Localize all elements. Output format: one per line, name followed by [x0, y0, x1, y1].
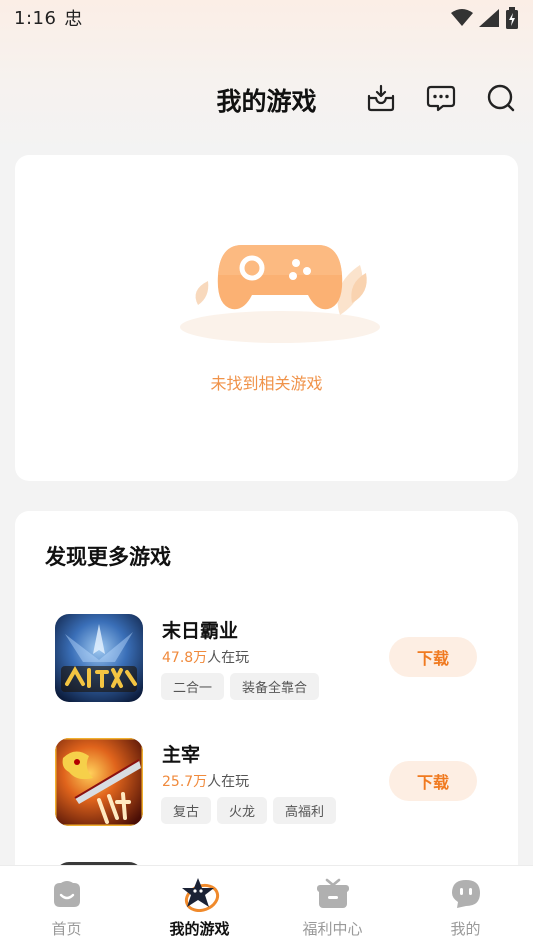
gamepad-icon — [180, 245, 380, 343]
game-tag: 二合一 — [161, 673, 225, 700]
game-player-count: 25.7万人在玩 — [162, 771, 249, 791]
messages-button[interactable] — [425, 82, 457, 114]
tab-label: 首页 — [51, 920, 82, 938]
profile-icon — [446, 876, 486, 912]
message-icon — [426, 85, 456, 112]
gift-icon — [313, 876, 353, 912]
game-tag: 复古 — [161, 797, 212, 824]
search-icon — [487, 84, 515, 112]
tab-welfare-center[interactable]: 福利中心 — [266, 866, 399, 947]
tab-label: 我的 — [450, 920, 481, 938]
tab-label: 我的游戏 — [169, 920, 230, 938]
tab-home[interactable]: 首页 — [0, 866, 133, 947]
home-icon — [47, 876, 87, 912]
signal-icon — [479, 9, 499, 27]
download-box-icon — [367, 84, 395, 112]
search-button[interactable] — [485, 82, 517, 114]
game-name[interactable]: 主宰 — [162, 740, 200, 767]
wifi-icon — [451, 9, 473, 26]
page-header: 我的游戏 — [0, 72, 533, 126]
status-indicators — [451, 7, 519, 29]
game-player-count: 47.8万人在玩 — [162, 647, 249, 667]
player-count-suffix: 人在玩 — [207, 650, 250, 666]
game-list-item[interactable]: 主宰 25.7万人在玩 复古 火龙 高福利 下载 — [55, 738, 495, 834]
player-count-suffix: 人在玩 — [207, 774, 250, 790]
game-name[interactable]: 末日霸业 — [162, 616, 238, 643]
player-count-number: 47.8万 — [162, 650, 208, 666]
download-button[interactable]: 下载 — [389, 637, 477, 677]
game-icon-zhuzai[interactable] — [55, 738, 143, 826]
battery-icon — [506, 7, 518, 29]
tab-my-games[interactable]: 我的游戏 — [133, 866, 266, 947]
game-list-item[interactable]: 末日霸业 47.8万人在玩 二合一 装备全靠合 下载 — [55, 614, 495, 710]
my-games-icon — [180, 876, 220, 912]
game-tag: 高福利 — [273, 797, 337, 824]
status-bar: 1:16 忠 — [0, 0, 533, 36]
tab-profile[interactable]: 我的 — [399, 866, 532, 947]
tab-label: 福利中心 — [302, 920, 363, 938]
game-tag: 装备全靠合 — [230, 673, 320, 700]
game-tags: 二合一 装备全靠合 — [161, 673, 320, 700]
bottom-tab-bar: 首页 我的游戏 福利中心 我的 — [0, 865, 533, 947]
my-games-empty-card: 未找到相关游戏 — [15, 155, 518, 481]
download-button[interactable]: 下载 — [389, 761, 477, 801]
status-time: 1:16 — [14, 7, 57, 29]
empty-state-message: 未找到相关游戏 — [210, 374, 323, 393]
discover-section-title: 发现更多游戏 — [45, 545, 171, 569]
game-icon-moriba[interactable] — [55, 614, 143, 702]
notification-app-icon: 忠 — [64, 9, 83, 30]
game-tag: 火龙 — [217, 797, 268, 824]
game-tags: 复古 火龙 高福利 — [161, 797, 337, 824]
player-count-number: 25.7万 — [162, 774, 208, 790]
download-manager-button[interactable] — [365, 82, 397, 114]
